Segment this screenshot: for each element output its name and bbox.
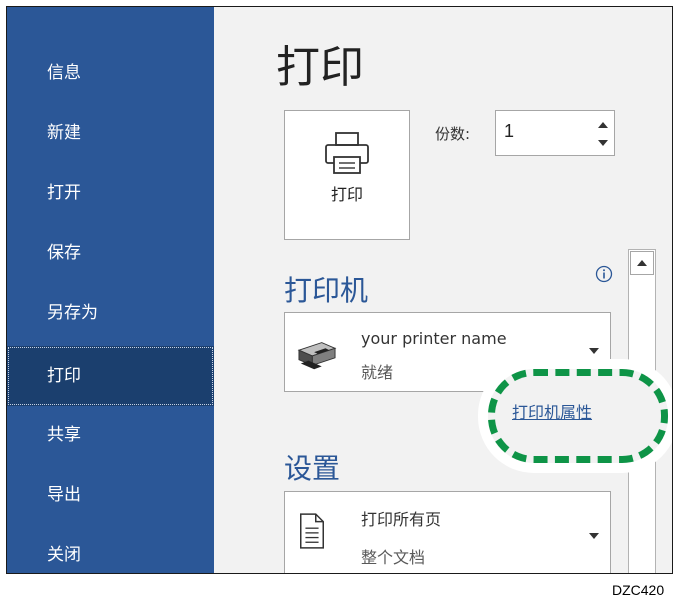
copies-stepper	[495, 110, 615, 156]
sidebar-item-print[interactable]: 打印	[7, 346, 214, 406]
scrollbar-up-button[interactable]	[630, 251, 654, 275]
figure-code: DZC420	[612, 582, 665, 598]
printer-status: 就绪	[361, 363, 394, 382]
increment-icon[interactable]	[596, 117, 610, 133]
copies-input[interactable]	[504, 121, 584, 142]
scroll-up-arrow-icon	[637, 260, 647, 266]
sidebar-item-save-as[interactable]: 另存为	[7, 283, 214, 343]
backstage-window: 信息 新建 打开 保存 另存为 打印 共享 导出 关闭 打印 打印 份数: 1 …	[6, 6, 673, 574]
print-button-label: 打印	[330, 185, 363, 204]
copies-label: 份数:	[435, 125, 471, 143]
sidebar-item-open[interactable]: 打开	[7, 163, 214, 223]
sidebar-item-share[interactable]: 共享	[7, 405, 214, 465]
printer-device-icon	[297, 342, 337, 370]
sidebar-item-save[interactable]: 保存	[7, 223, 214, 283]
sidebar-item-info[interactable]: 信息	[7, 43, 214, 103]
sidebar-item-close[interactable]: 关闭	[7, 525, 214, 573]
sidebar-item-new[interactable]: 新建	[7, 103, 214, 163]
printer-properties-link[interactable]: 打印机属性	[512, 399, 592, 423]
print-range-label: 打印所有页	[361, 510, 442, 529]
chevron-down-icon	[589, 533, 599, 539]
printer-section-title: 打印机	[284, 274, 369, 307]
print-pane: 打印 打印 份数: 打印机	[214, 7, 672, 573]
sidebar-item-export[interactable]: 导出	[7, 465, 214, 525]
backstage-sidebar: 信息 新建 打开 保存 另存为 打印 共享 导出 关闭	[7, 7, 214, 573]
info-icon[interactable]	[595, 265, 613, 283]
print-button[interactable]: 打印	[284, 110, 410, 240]
printer-icon	[325, 132, 369, 174]
print-range-detail: 整个文档	[361, 548, 426, 567]
page-title: 打印	[276, 42, 364, 93]
decrement-icon[interactable]	[596, 135, 610, 151]
settings-section-title: 设置	[284, 452, 341, 485]
chevron-down-icon	[589, 348, 599, 354]
printer-name: your printer name	[361, 329, 507, 348]
print-range-dropdown[interactable]: 打印所有页 整个文档	[284, 491, 611, 573]
pages-icon	[300, 513, 324, 549]
